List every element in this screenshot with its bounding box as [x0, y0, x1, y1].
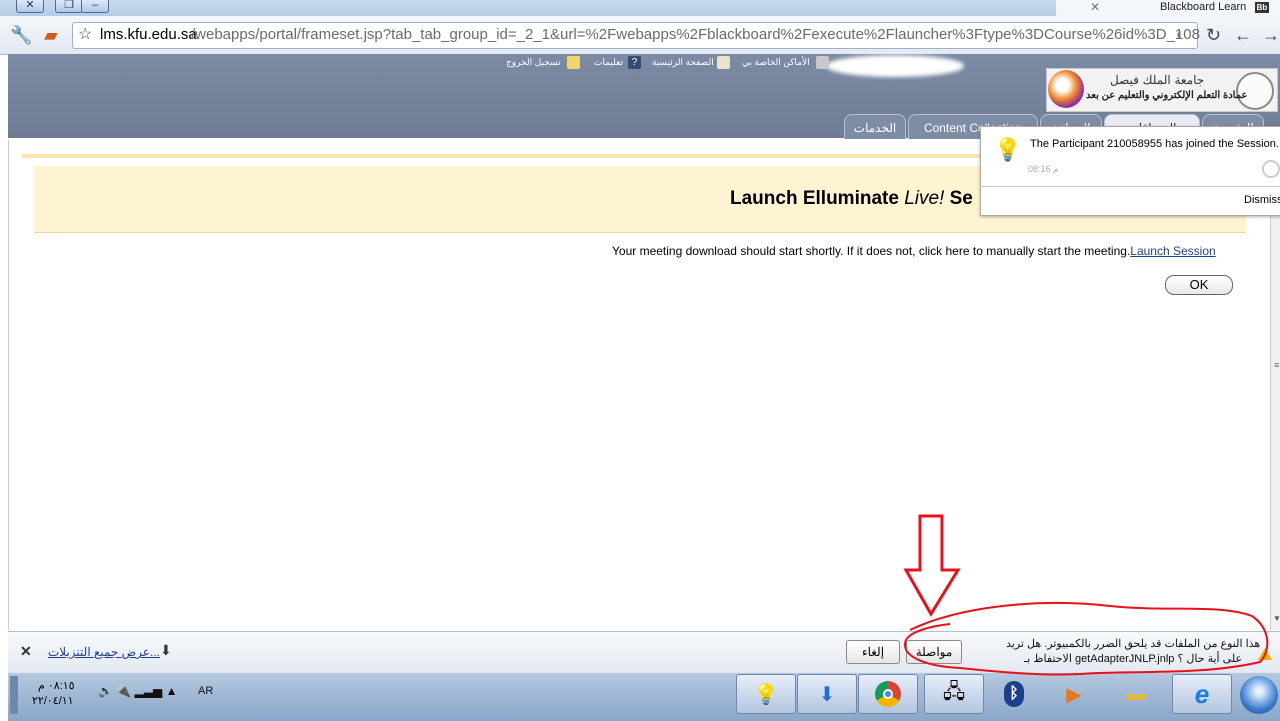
power-icon[interactable]: 🔌 — [116, 684, 131, 698]
close-window-button[interactable]: ✕ — [16, 0, 44, 13]
page-title-live: Live! — [904, 188, 945, 209]
ok-button[interactable]: OK — [1165, 275, 1233, 295]
lightbulb-icon: 💡 — [994, 137, 1022, 162]
star-icon[interactable]: ☆ — [78, 25, 92, 45]
download-bar-close-icon[interactable]: ✕ — [20, 643, 32, 660]
bluetooth-icon[interactable]: ᛒ — [984, 674, 1044, 714]
notification-spinner-icon — [1262, 160, 1280, 178]
scroll-down-icon[interactable]: ▼ — [1273, 614, 1280, 623]
start-orb-icon[interactable] — [1240, 676, 1278, 714]
download-warning-line2: الاحتفاظ بـ getAdapterJNLP.jnlp على أية … — [1024, 653, 1243, 665]
logout-link[interactable]: تسجيل الخروج — [506, 57, 561, 68]
clock-date[interactable]: ٢٢/٠٤/١١ — [32, 694, 74, 707]
url-path: /webapps/portal/frameset.jsp?tab_tab_gro… — [191, 26, 1200, 43]
download-warning-line1: هذا النوع من الملفات قد يلحق الضرر بالكم… — [1006, 638, 1261, 650]
scroll-grip-icon: ≡ — [1274, 360, 1280, 370]
notification-time: 08:16 م — [1028, 164, 1059, 174]
logo-deanship-name: عمادة التعلم الإلكتروني والتعليم عن بعد — [1086, 90, 1248, 101]
tray-expand-icon[interactable]: ▲ — [166, 684, 178, 698]
dismiss-button[interactable]: Dismiss — [1244, 194, 1280, 206]
url-domain: lms.kfu.edu.sa — [100, 26, 197, 43]
wrench-icon[interactable]: 🔧 — [10, 25, 32, 45]
logo-university-name: جامعة الملك فيصل — [1110, 73, 1205, 87]
page-title-prefix: Launch Elluminate — [730, 188, 905, 209]
minimize-window-button[interactable]: ‒ — [81, 0, 109, 13]
home-link[interactable]: الصفحة الرئيسية — [652, 57, 714, 68]
logout-icon — [567, 56, 580, 69]
my-places-icon — [816, 56, 829, 69]
help-link[interactable]: تعليمات — [594, 57, 623, 68]
reload-icon[interactable]: ↻ — [1206, 25, 1221, 45]
keep-download-button[interactable]: مواصلة — [906, 640, 962, 664]
home-icon — [717, 56, 730, 69]
left-frame-border — [8, 140, 23, 630]
clock-time[interactable]: ٠٨:١٥ م — [38, 679, 75, 692]
help-icon: ? — [628, 56, 641, 69]
back-icon[interactable]: ← — [1234, 25, 1252, 45]
system-tray[interactable]: 🔈 🔌 ▂▃▅ ▲ — [98, 684, 178, 698]
redacted-username — [826, 55, 964, 77]
notification-divider — [980, 186, 1280, 187]
tab-services[interactable]: الخدمات — [844, 114, 906, 139]
page-title: Launch Elluminate Live! Se — [730, 188, 973, 210]
elluminate-icon[interactable]: 💡 — [736, 674, 796, 714]
media-player-icon[interactable]: ▶ — [1044, 674, 1104, 714]
tab-close-icon[interactable]: ✕ — [1090, 0, 1100, 14]
show-desktop-button[interactable] — [10, 676, 18, 714]
volume-icon[interactable]: 🔈 — [98, 684, 113, 698]
warning-icon — [1258, 648, 1272, 660]
maximize-window-button[interactable]: ❐ — [55, 0, 83, 13]
download-arrow-icon: ⬇ — [160, 642, 172, 658]
notification-text: The Participant 210058955 has joined the… — [1030, 138, 1279, 150]
chrome-icon[interactable] — [858, 674, 918, 714]
bookmark-folder-icon[interactable]: ▰ — [44, 25, 58, 45]
forward-icon[interactable]: → — [1262, 25, 1280, 45]
download-icon[interactable]: ⬇ — [797, 674, 857, 714]
elearning-logo-icon — [1048, 70, 1084, 108]
show-all-downloads-link[interactable]: عرض جميع التنزيلات... — [48, 645, 160, 659]
language-indicator[interactable]: AR — [198, 685, 213, 697]
cancel-download-button[interactable]: إلغاء — [846, 640, 900, 664]
download-message-text: Your meeting download should start short… — [612, 244, 1131, 258]
page-loading-icon: ◐ — [1176, 26, 1186, 43]
tab-title: Blackboard Learn — [1160, 1, 1247, 13]
my-places-link[interactable]: الأماكن الخاصة بي — [742, 57, 810, 68]
file-explorer-icon[interactable]: ▬ — [1106, 674, 1166, 714]
network-icon[interactable]: 🖧 — [924, 674, 984, 714]
signal-icon[interactable]: ▂▃▅ — [135, 684, 163, 698]
internet-explorer-icon[interactable]: e — [1172, 674, 1232, 714]
page-title-suffix: Se — [944, 188, 973, 209]
download-message: Your meeting download should start short… — [612, 244, 1216, 258]
tab-favicon-icon: Bb — [1255, 2, 1269, 13]
launch-session-link[interactable]: Launch Session — [1130, 244, 1215, 258]
